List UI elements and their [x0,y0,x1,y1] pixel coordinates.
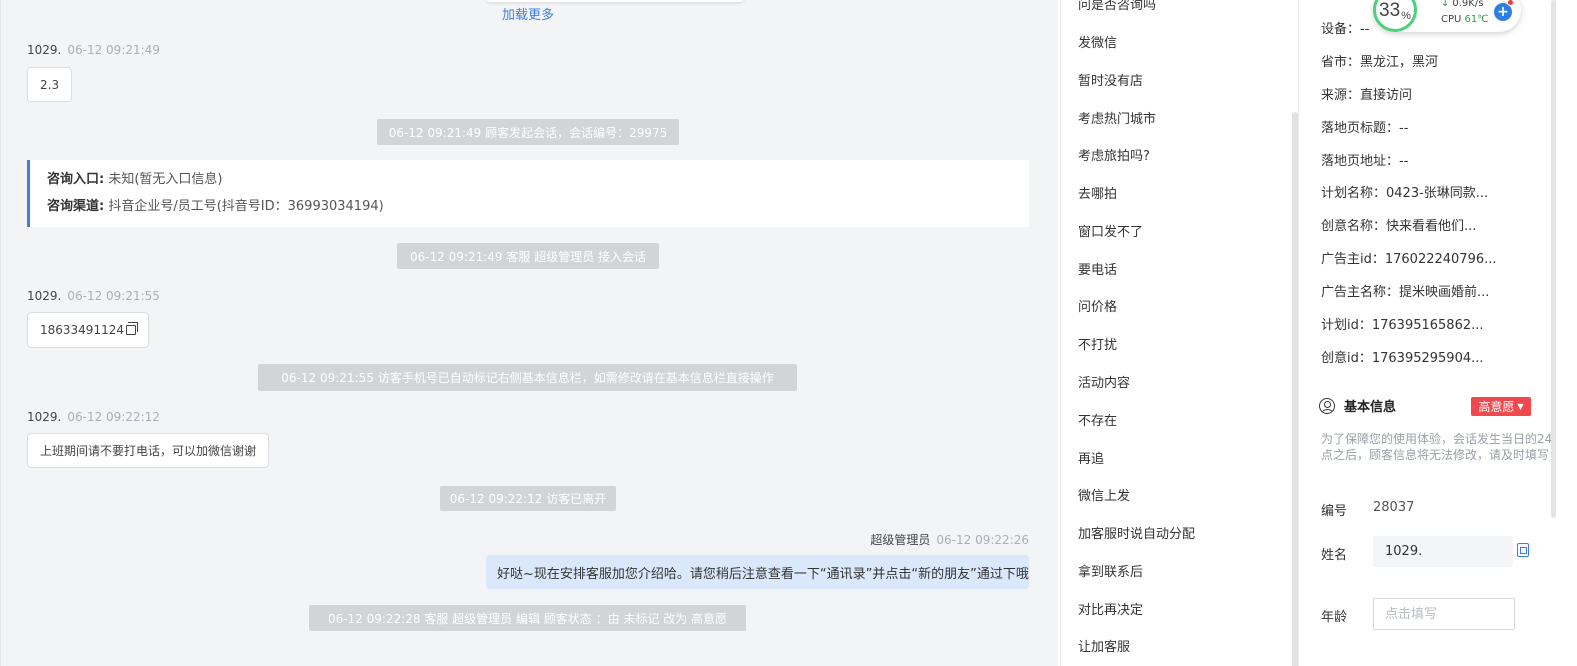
name-value: 1029. [1385,544,1423,559]
cpu-label: CPU [1441,14,1462,25]
message-time: 06-12 09:21:49 [67,43,160,57]
advertiser-id-field: 广告主id：176022240796... [1321,252,1497,267]
quick-reply-item[interactable]: 暂时没有店 [1078,70,1143,89]
message-meta: 1029. 06-12 09:21:55 [27,289,160,303]
quick-reply-item[interactable]: 让加客服 [1078,636,1130,655]
id-value: 28037 [1373,500,1415,515]
message-text[interactable]: 18633491124 [40,323,124,337]
source-field: 来源：直接访问 [1321,88,1413,103]
quick-reply-item[interactable]: 问是否咨询吗 [1078,0,1156,13]
quick-reply-item[interactable]: 考虑旅拍吗? [1078,145,1150,164]
system-monitor-widget[interactable]: 33% ↓ 0.9K/s CPU 61℃ + [1373,0,1521,32]
device-field: 设备：-- [1321,22,1370,37]
previous-message-card [486,0,744,2]
agent-message-meta: 超级管理员 06-12 09:22:26 [870,531,1029,548]
cpu-temperature: CPU 61℃ [1441,14,1489,25]
quick-reply-item[interactable]: 再追 [1078,448,1104,467]
creative-id-field: 创意id：176395295904... [1321,351,1484,366]
age-input[interactable] [1373,598,1515,630]
quick-reply-item[interactable]: 对比再决定 [1078,599,1143,618]
system-notice: 06-12 09:21:49 客服 超级管理员 接入会话 [397,243,659,269]
visitor-message-bubble: 18633491124 [27,312,149,348]
message-time: 06-12 09:22:12 [67,410,160,424]
quick-reply-item[interactable]: 拿到联系后 [1078,561,1143,580]
download-arrow-icon: ↓ [1441,0,1450,9]
sender-name: 1029. [27,410,62,424]
visitor-message-bubble: 上班期间请不要打电话，可以加微信谢谢 [27,433,270,468]
id-label: 编号 [1321,504,1348,519]
agent-name: 超级管理员 [870,533,931,547]
consult-entry-row: 咨询入口: 未知(暂无入口信息) [47,171,1029,198]
customer-info-panel: 设备：-- 省市：黑龙江，黑河 来源：直接访问 落地页标题：-- 落地页地址：-… [1298,0,1577,666]
quick-reply-item[interactable]: 发微信 [1078,32,1117,51]
plan-id-field: 计划id：176395165862... [1321,318,1484,333]
agent-message-bubble: 好哒~现在安排客服加您介绍哈。请您稍后注意查看一下“通讯录”并点击“新的朋友”通… [486,555,1029,589]
quick-reply-item[interactable]: 问价格 [1078,296,1117,315]
basic-info-header: 基本信息 [1319,396,1396,415]
caret-down-icon: ▼ [1517,402,1524,411]
divider [0,0,1,666]
sender-name: 1029. [27,43,62,57]
quick-reply-item[interactable]: 窗口发不了 [1078,221,1143,240]
creative-name-field: 创意名称：快来看看他们... [1321,219,1477,234]
quick-reply-item[interactable]: 加客服时说自动分配 [1078,523,1195,542]
quick-reply-item[interactable]: 活动内容 [1078,372,1130,391]
age-label: 年龄 [1321,610,1348,625]
network-speed: ↓ 0.9K/s [1441,0,1483,9]
consult-entry-label: 咨询入口: [47,172,105,187]
consult-channel-label: 咨询渠道: [47,199,105,214]
system-notice: 06-12 09:21:55 访客手机号已自动标记右侧基本信息栏，如需修改请在基… [258,364,797,391]
chat-pane: 加载更多 1029. 06-12 09:21:49 2.3 06-12 09:21… [0,0,1058,666]
cpu-temp-value: 61℃ [1464,14,1489,25]
sender-name: 1029. [27,289,62,303]
edit-deadline-note: 为了保障您的使用体验，会话发生当日的24点之后，顾客信息将无法修改，请及时填写 [1321,432,1553,462]
intent-level-dropdown[interactable]: 高意愿 ▼ [1471,397,1531,416]
plan-name-field: 计划名称：0423-张琳同款... [1321,186,1489,201]
info-panel-scrollbar[interactable] [1551,0,1556,518]
load-more-link[interactable]: 加载更多 [502,4,554,23]
intent-level-label: 高意愿 [1478,400,1515,414]
message-text: 2.3 [40,77,60,92]
advertiser-name-field: 广告主名称：提米映画婚前... [1321,285,1490,300]
basic-info-title: 基本信息 [1344,400,1397,415]
consult-channel-value: 抖音企业号/员工号(抖音号ID：36993034194) [108,199,384,214]
cpu-usage-ring: 33% [1373,0,1417,32]
quick-reply-item[interactable]: 要电话 [1078,259,1117,278]
copy-icon[interactable] [125,322,138,335]
name-field[interactable]: 1029. [1373,536,1513,567]
notification-dot [1507,0,1514,6]
province-field: 省市：黑龙江，黑河 [1321,55,1439,70]
name-label: 姓名 [1321,548,1348,563]
usage-percent: 33 [1379,0,1401,21]
consult-info-card: 咨询入口: 未知(暂无入口信息) 咨询渠道: 抖音企业号/员工号(抖音号ID：3… [27,160,1029,227]
consult-entry-value: 未知(暂无入口信息) [108,172,223,187]
system-notice: 06-12 09:21:49 顾客发起会话，会话编号：29975 [377,119,679,145]
message-meta: 1029. 06-12 09:22:12 [27,410,160,424]
quick-reply-item[interactable]: 微信上发 [1078,485,1130,504]
net-speed-value: 0.9K/s [1452,0,1484,9]
message-time: 06-12 09:22:26 [936,533,1029,547]
consult-channel-row: 咨询渠道: 抖音企业号/员工号(抖音号ID：36993034194) [47,198,1029,225]
landing-title-field: 落地页标题：-- [1321,121,1409,136]
copy-icon[interactable] [1517,543,1529,557]
quick-reply-item[interactable]: 不存在 [1078,410,1117,429]
quick-reply-item[interactable]: 考虑热门城市 [1078,108,1156,127]
message-time: 06-12 09:21:55 [67,289,160,303]
quick-reply-item[interactable]: 不打扰 [1078,334,1117,353]
quick-reply-list: 问是否咨询吗 发微信 暂时没有店 考虑热门城市 考虑旅拍吗? 去哪拍 窗口发不了… [1060,0,1298,666]
quick-reply-item[interactable]: 去哪拍 [1078,183,1117,202]
message-text: 好哒~现在安排客服加您介绍哈。请您稍后注意查看一下“通讯录”并点击“新的朋友”通… [497,566,1029,582]
landing-url-field: 落地页地址：-- [1321,154,1409,169]
system-notice: 06-12 09:22:12 访客已离开 [440,486,616,511]
usage-percent-unit: % [1401,10,1411,22]
user-circle-icon [1319,397,1335,414]
message-text: 上班期间请不要打电话，可以加微信谢谢 [40,444,257,458]
message-meta: 1029. 06-12 09:21:49 [27,43,160,57]
system-notice: 06-12 09:22:28 客服 超级管理员 编辑 顾客状态 ：由 未标记 改… [309,605,746,631]
visitor-message-bubble: 2.3 [27,67,73,102]
